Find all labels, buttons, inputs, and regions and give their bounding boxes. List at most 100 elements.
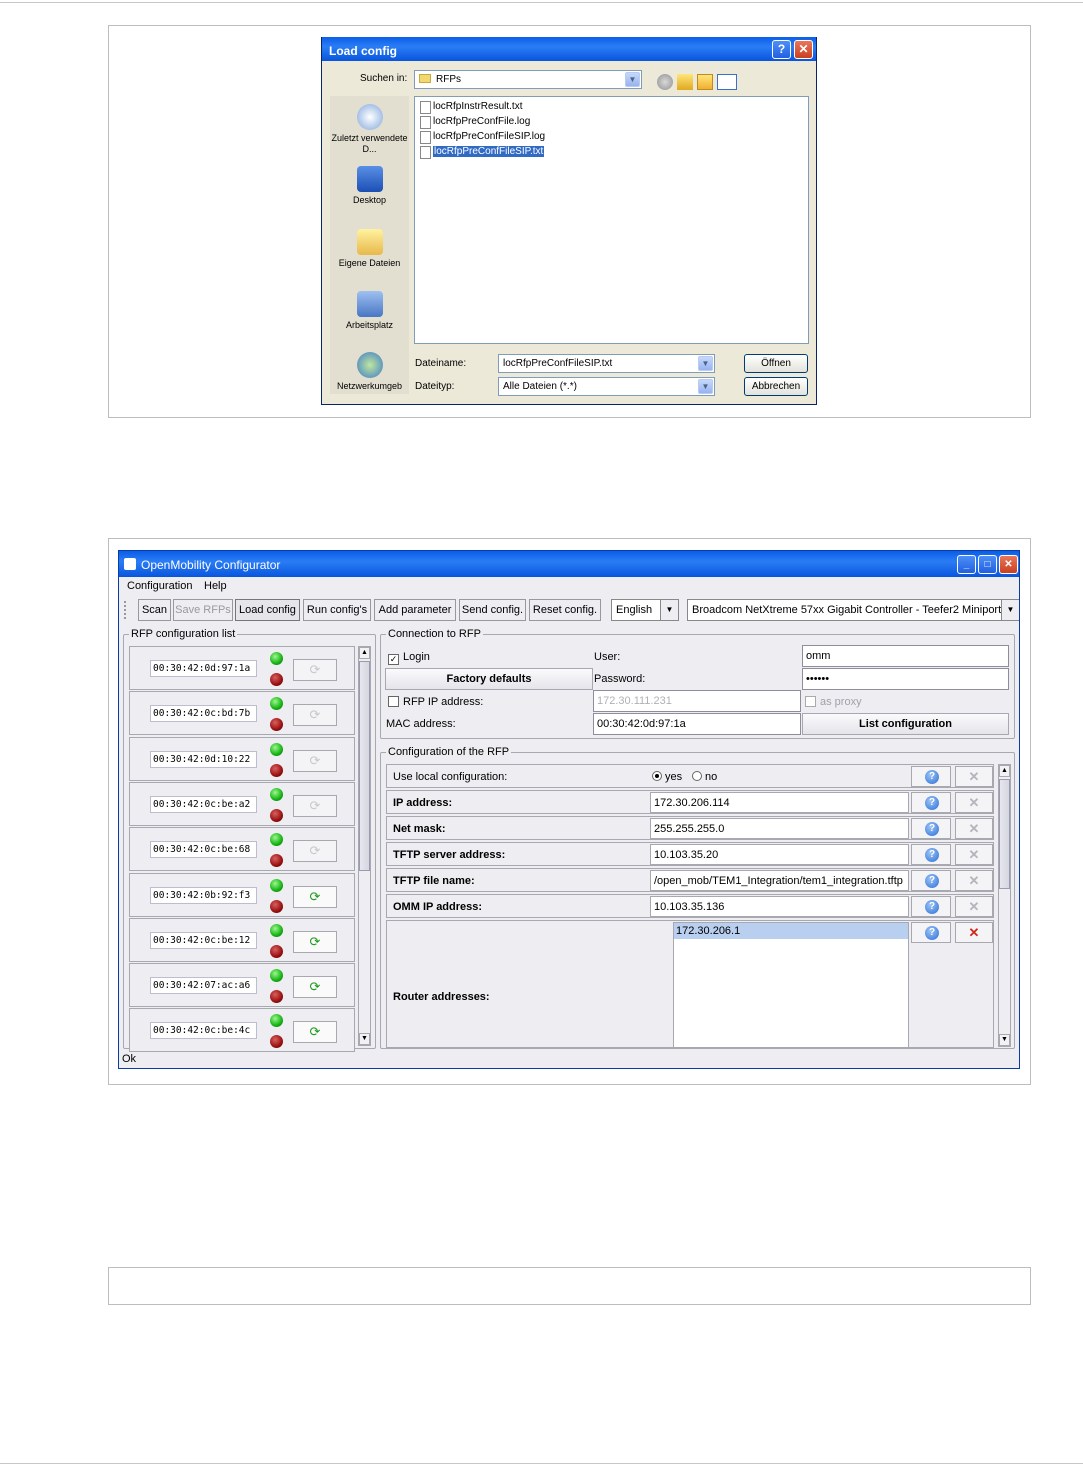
help-button[interactable]: ? (911, 844, 951, 865)
config-value-field[interactable]: /open_mob/TEM1_Integration/tem1_integrat… (650, 870, 909, 891)
filetype-combo[interactable]: Alle Dateien (*.*) ▼ (498, 377, 715, 396)
help-button[interactable]: ? (911, 870, 951, 891)
chevron-down-icon[interactable]: ▼ (660, 600, 678, 620)
scroll-thumb[interactable] (999, 779, 1010, 889)
open-button[interactable]: Öffnen (744, 354, 808, 373)
close-icon[interactable]: ✕ (999, 555, 1018, 574)
rfp-row[interactable]: 00:30:42:0d:10:22 ⟳ (129, 736, 355, 781)
help-icon[interactable]: ? (772, 40, 791, 59)
send-config-button[interactable]: Send config. (459, 599, 526, 621)
config-value-field[interactable]: 10.103.35.20 (650, 844, 909, 865)
file-item-selected[interactable]: locRfpPreConfFileSIP.txt (419, 145, 545, 159)
rfp-row[interactable]: 00:30:42:0c:be:4c ⟳ (129, 1008, 355, 1053)
refresh-button[interactable]: ⟳ (293, 885, 337, 908)
reset-config-button[interactable]: Reset config. (529, 599, 601, 621)
refresh-button[interactable]: ⟳ (293, 840, 337, 863)
rfp-row[interactable]: 00:30:42:0c:be:12 ⟳ (129, 917, 355, 962)
remove-button[interactable]: ✕ (955, 818, 993, 839)
rfp-row[interactable]: 00:30:42:0b:92:f3 ⟳ (129, 872, 355, 917)
scroll-thumb[interactable] (359, 661, 370, 871)
place-network[interactable]: Netzwerkumgeb (330, 352, 409, 392)
password-field[interactable]: •••••• (802, 668, 1009, 690)
remove-button[interactable]: ✕ (955, 870, 993, 891)
rfp-row[interactable]: 00:30:42:0d:97:1a ⟳ (129, 646, 355, 690)
scroll-down-icon[interactable]: ▼ (999, 1034, 1010, 1046)
new-folder-icon[interactable] (697, 74, 713, 90)
scroll-up-icon[interactable]: ▲ (999, 765, 1010, 777)
no-radio[interactable]: no (692, 771, 717, 783)
refresh-button[interactable]: ⟳ (293, 659, 337, 681)
remove-button[interactable]: ✕ (955, 844, 993, 865)
router-list[interactable]: 172.30.206.1 (673, 922, 909, 1048)
save-rfps-button[interactable]: Save RFPs (173, 599, 233, 621)
place-my-computer[interactable]: Arbeitsplatz (330, 291, 409, 331)
list-configuration-button[interactable]: List configuration (802, 713, 1009, 735)
view-menu-icon[interactable] (717, 74, 737, 90)
cancel-button[interactable]: Abbrechen (744, 377, 808, 396)
close-icon[interactable]: ✕ (794, 40, 813, 59)
refresh-button[interactable]: ⟳ (293, 794, 337, 817)
chevron-down-icon[interactable]: ▼ (698, 379, 713, 394)
refresh-button[interactable]: ⟳ (293, 749, 337, 772)
remove-button[interactable]: ✕ (955, 922, 993, 943)
config-value-field[interactable]: 10.103.35.136 (650, 896, 909, 917)
login-checkbox[interactable]: ✓ Login (388, 651, 430, 665)
network-adapter-select[interactable]: Broadcom NetXtreme 57xx Gigabit Controll… (687, 599, 1019, 621)
back-icon[interactable] (657, 74, 673, 90)
as-proxy-checkbox[interactable]: as proxy (805, 696, 862, 708)
filename-field[interactable]: locRfpPreConfFileSIP.txt ▼ (498, 354, 715, 373)
menu-help[interactable]: Help (204, 580, 227, 592)
refresh-button[interactable]: ⟳ (293, 930, 337, 953)
rfp-row[interactable]: 00:30:42:0c:bd:7b ⟳ (129, 691, 355, 736)
rfp-ip-checkbox[interactable]: RFP IP address: (388, 696, 483, 708)
rfp-row[interactable]: 00:30:42:0c:be:68 ⟳ (129, 827, 355, 872)
look-in-combo[interactable]: RFPs ▼ (414, 70, 642, 89)
minimize-icon[interactable]: _ (957, 555, 976, 574)
refresh-button[interactable]: ⟳ (293, 976, 337, 999)
file-item[interactable]: locRfpPreConfFile.log (419, 115, 530, 129)
mac-field[interactable]: 00:30:42:0d:97:1a (593, 713, 801, 735)
chevron-down-icon[interactable]: ▼ (1001, 600, 1019, 620)
file-item[interactable]: locRfpInstrResult.txt (419, 100, 522, 114)
help-button[interactable]: ? (911, 922, 951, 943)
rfp-ip-field[interactable]: 172.30.111.231 (593, 690, 801, 712)
load-config-button[interactable]: Load config (235, 599, 300, 621)
status-led-red-icon (270, 854, 283, 868)
rfp-row[interactable]: 00:30:42:07:ac:a6 ⟳ (129, 963, 355, 1008)
place-my-documents[interactable]: Eigene Dateien (330, 229, 409, 269)
scroll-down-icon[interactable]: ▼ (359, 1033, 370, 1045)
place-label: Zuletzt verwendete D... (331, 133, 408, 154)
remove-button[interactable]: ✕ (955, 896, 993, 917)
help-button[interactable]: ? (911, 818, 951, 839)
menu-configuration[interactable]: Configuration (127, 580, 192, 592)
maximize-icon[interactable]: □ (978, 555, 997, 574)
factory-defaults-button[interactable]: Factory defaults (385, 668, 593, 690)
up-folder-icon[interactable] (677, 74, 693, 90)
place-desktop[interactable]: Desktop (330, 166, 409, 206)
router-item-selected[interactable]: 172.30.206.1 (674, 923, 908, 939)
add-parameter-button[interactable]: Add parameter (374, 599, 456, 621)
refresh-button[interactable]: ⟳ (293, 704, 337, 727)
run-configs-button[interactable]: Run config's (303, 599, 371, 621)
help-button[interactable]: ? (911, 766, 951, 787)
help-button[interactable]: ? (911, 896, 951, 917)
rfp-list-scrollbar[interactable]: ▲ ▼ (358, 646, 371, 1046)
scroll-up-icon[interactable]: ▲ (359, 647, 370, 659)
help-button[interactable]: ? (911, 792, 951, 813)
remove-button[interactable]: ✕ (955, 792, 993, 813)
chevron-down-icon[interactable]: ▼ (625, 72, 640, 87)
my-documents-icon (356, 229, 383, 255)
config-value-field[interactable]: 255.255.255.0 (650, 818, 909, 839)
chevron-down-icon[interactable]: ▼ (698, 356, 713, 371)
refresh-button[interactable]: ⟳ (293, 1021, 337, 1044)
file-item[interactable]: locRfpPreConfFileSIP.log (419, 130, 545, 144)
yes-radio[interactable]: yes (652, 771, 682, 783)
language-select[interactable]: English ▼ (611, 599, 679, 621)
scan-button[interactable]: Scan (138, 599, 171, 621)
place-recent[interactable]: Zuletzt verwendete D... (330, 104, 409, 155)
config-value-field[interactable]: 172.30.206.114 (650, 792, 909, 813)
user-field[interactable]: omm (802, 645, 1009, 667)
rfp-row[interactable]: 00:30:42:0c:be:a2 ⟳ (129, 781, 355, 826)
remove-button[interactable]: ✕ (955, 766, 993, 787)
config-scrollbar[interactable]: ▲ ▼ (998, 764, 1011, 1047)
